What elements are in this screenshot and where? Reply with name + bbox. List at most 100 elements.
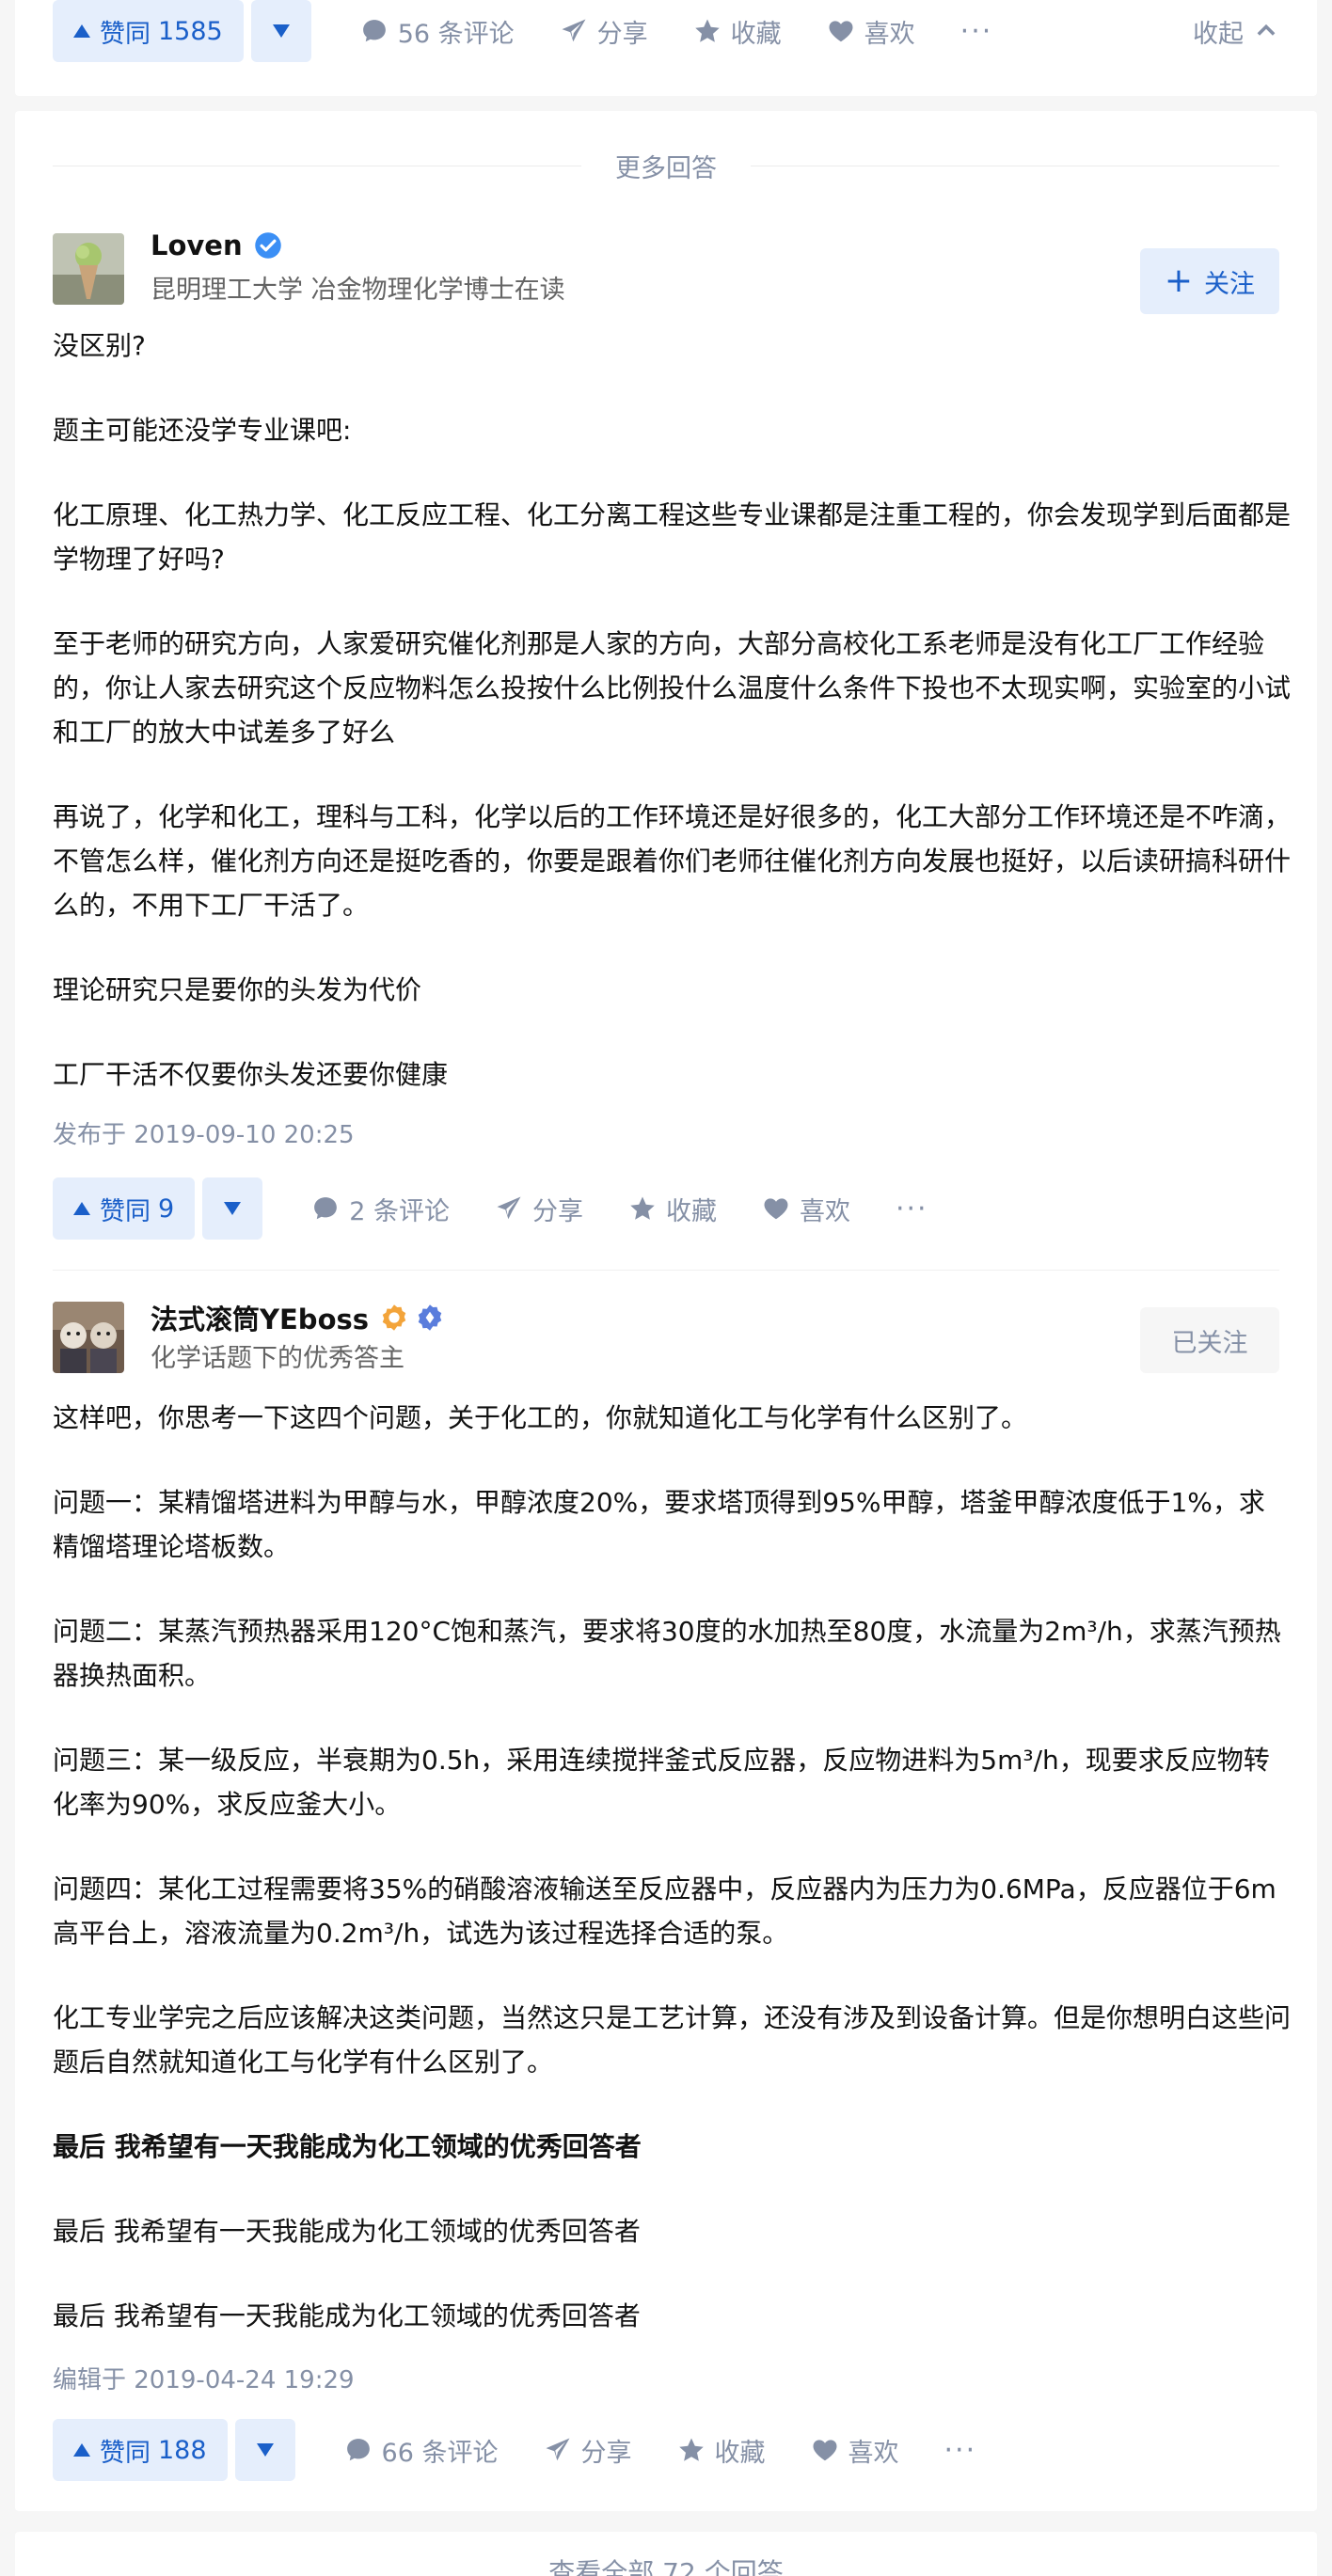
upvote-icon	[73, 2443, 90, 2457]
share-button[interactable]: 分享	[560, 13, 648, 50]
upvote-icon	[73, 24, 90, 38]
answer-paragraph: 化工原理、化工热力学、化工反应工程、化工分离工程这些专业课都是注重工程的，你会发…	[53, 499, 1292, 575]
answer-paragraph: 最后 我希望有一天我能成为化工领域的优秀回答者	[53, 2216, 641, 2247]
upvote-button[interactable]: 赞同 1585	[53, 0, 244, 62]
favorite-label: 收藏	[665, 1196, 717, 1226]
answer-time[interactable]: 编辑于 2019-04-24 19:29	[53, 2361, 355, 2395]
favorite-button[interactable]: 收藏	[693, 13, 782, 50]
answer-time[interactable]: 发布于 2019-09-10 20:25	[53, 1115, 355, 1150]
author-bio: 昆明理工大学 冶金物理化学博士在读	[151, 276, 565, 305]
more-menu-button[interactable]: ···	[944, 2434, 977, 2467]
favorite-button[interactable]: 收藏	[677, 2432, 766, 2469]
more-menu-button[interactable]: ···	[960, 15, 993, 48]
author-name[interactable]: 法式滚筒YEboss	[151, 1298, 444, 1337]
like-button[interactable]: 喜欢	[827, 13, 915, 50]
author-name-text: Loven	[151, 229, 243, 261]
favorite-button[interactable]: 收藏	[628, 1191, 717, 1227]
upvote-count: 188	[158, 2435, 207, 2465]
heart-icon	[813, 2440, 836, 2461]
avatar-image	[53, 233, 124, 305]
collapse-label: 收起	[1193, 19, 1244, 49]
answer-paragraph: 没区别?	[53, 330, 146, 361]
answer-paragraph-bold: 最后 我希望有一天我能成为化工领域的优秀回答者	[53, 2131, 642, 2162]
like-label: 喜欢	[864, 19, 915, 49]
more-menu-button[interactable]: ···	[896, 1193, 928, 1225]
answer-paragraph: 问题二：某蒸汽预热器采用120°C饱和蒸汽，要求将30度的水加热至80度，水流量…	[53, 1616, 1281, 1691]
comments-button[interactable]: 66 条评论	[344, 2432, 499, 2469]
avatar-image	[53, 1302, 124, 1373]
comment-icon	[346, 2439, 370, 2461]
answer-paragraph: 题主可能还没学专业课吧:	[53, 415, 352, 446]
collapse-button[interactable]: 收起	[1193, 13, 1279, 50]
more-answers-header: 更多回答	[53, 147, 1279, 184]
answer-paragraph: 问题四：某化工过程需要将35%的硝酸溶液输送至反应器中，反应器内为压力为0.6M…	[53, 1873, 1276, 1949]
share-label: 分享	[580, 2438, 632, 2468]
more-answers-card: 更多回答 Loven 昆明理工大学 冶金物理化学博士在读 + 关注 没区别? 题…	[15, 111, 1317, 2511]
upvote-button[interactable]: 赞同 9	[53, 1177, 196, 1240]
author-name[interactable]: Loven	[151, 229, 282, 261]
upvote-count: 1585	[158, 16, 223, 46]
author-name-text: 法式滚筒YEboss	[151, 1304, 370, 1335]
answer-paragraph: 理论研究只是要你的头发为代价	[53, 974, 422, 1005]
comment-icon	[362, 20, 386, 42]
answer-paragraph: 至于老师的研究方向，人家爱研究催化剂那是人家的方向，大部分高校化工系老师是没有化…	[53, 628, 1292, 748]
heart-icon	[829, 21, 853, 42]
upvote-icon	[73, 1202, 90, 1215]
upvote-count: 9	[158, 1193, 175, 1224]
share-icon	[562, 19, 586, 42]
downvote-button[interactable]	[234, 2419, 295, 2481]
action-bar: 赞同 9 2 条评论 分享 收藏 喜欢 ···	[53, 1177, 1279, 1240]
answer-content: 这样吧，你思考一下这四个问题，关于化工的，你就知道化工与化学有什么区别了。 问题…	[53, 1396, 1291, 2338]
excellent-answerer-icon	[382, 1304, 406, 1331]
star-icon	[678, 2438, 704, 2461]
follow-label: 关注	[1204, 269, 1255, 299]
like-label: 喜欢	[799, 1196, 850, 1226]
upvote-label: 赞同	[100, 2438, 151, 2468]
heart-icon	[764, 1198, 788, 1220]
downvote-button[interactable]	[250, 0, 311, 62]
upvote-button[interactable]: 赞同 188	[53, 2419, 228, 2481]
share-icon	[546, 2438, 569, 2461]
previous-answer-card: 赞同 1585 56 条评论 分享 收藏 喜欢 ··· 收起	[15, 0, 1317, 96]
downvote-icon	[224, 1202, 242, 1215]
answer-separator	[53, 1270, 1279, 1271]
avatar[interactable]	[53, 1302, 124, 1373]
answer-paragraph: 问题三：某一级反应，半衰期为0.5h，采用连续搅拌釜式反应器，反应物进料为5m³…	[53, 1745, 1270, 1820]
followed-button[interactable]: 已关注	[1140, 1307, 1279, 1373]
downvote-icon	[256, 2443, 274, 2457]
comments-label: 56 条评论	[397, 19, 515, 49]
answer-author: 法式滚筒YEboss 化学话题下的优秀答主 已关注	[53, 1298, 1279, 1373]
comment-icon	[314, 1197, 338, 1220]
follow-button[interactable]: + 关注	[1139, 248, 1279, 314]
comments-label: 66 条评论	[381, 2438, 499, 2468]
like-button[interactable]: 喜欢	[811, 2432, 899, 2469]
action-bar: 赞同 1585 56 条评论 分享 收藏 喜欢 ··· 收起	[53, 0, 1279, 62]
answer-paragraph: 工厂干活不仅要你头发还要你健康	[53, 1059, 449, 1090]
like-button[interactable]: 喜欢	[762, 1191, 850, 1227]
upvote-label: 赞同	[100, 19, 151, 49]
answer-paragraph: 再说了，化学和化工，理科与工科，化学以后的工作环境还是好很多的，化工大部分工作环…	[53, 801, 1292, 921]
star-icon	[630, 1196, 655, 1220]
comments-button[interactable]: 56 条评论	[360, 13, 515, 50]
share-button[interactable]: 分享	[544, 2432, 632, 2469]
more-answers-title: 更多回答	[615, 153, 717, 183]
answer-content: 没区别? 题主可能还没学专业课吧: 化工原理、化工热力学、化工反应工程、化工分离…	[53, 324, 1291, 1097]
chevron-up-icon	[1257, 24, 1276, 36]
answer-paragraph: 最后 我希望有一天我能成为化工领域的优秀回答者	[53, 2300, 641, 2331]
answer-paragraph: 这样吧，你思考一下这四个问题，关于化工的，你就知道化工与化学有什么区别了。	[53, 1402, 1028, 1433]
answer-paragraph: 化工专业学完之后应该解决这类问题，当然这只是工艺计算，还没有涉及到设备计算。但是…	[53, 2002, 1292, 2078]
downvote-icon	[272, 24, 290, 38]
comments-label: 2 条评论	[349, 1196, 450, 1226]
star-icon	[694, 19, 720, 42]
downvote-button[interactable]	[202, 1177, 263, 1240]
answer-author: Loven 昆明理工大学 冶金物理化学博士在读 + 关注	[53, 229, 1279, 314]
avatar[interactable]	[53, 233, 124, 305]
share-icon	[497, 1196, 521, 1220]
certified-icon	[418, 1304, 442, 1331]
comments-button[interactable]: 2 条评论	[311, 1191, 450, 1227]
share-button[interactable]: 分享	[495, 1191, 583, 1227]
view-all-card: 查看全部 72 个回答	[15, 2532, 1317, 2576]
view-all-answers-button[interactable]: 查看全部 72 个回答	[15, 2552, 1317, 2576]
share-label: 分享	[596, 19, 648, 49]
favorite-label: 收藏	[714, 2438, 766, 2468]
